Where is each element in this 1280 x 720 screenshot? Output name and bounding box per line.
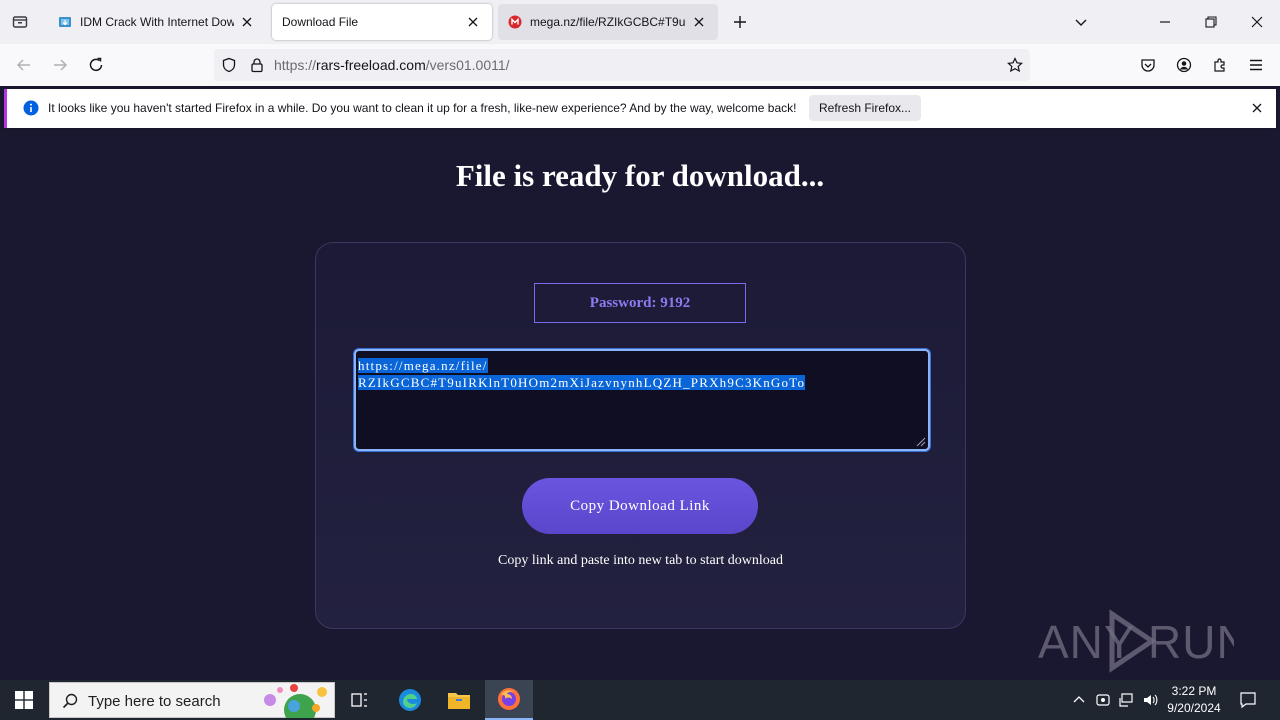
speaker-icon <box>1144 694 1158 706</box>
clock-date: 9/20/2024 <box>1167 701 1221 715</box>
taskbar-clock[interactable]: 3:22 PM 9/20/2024 <box>1160 683 1228 717</box>
refresh-firefox-button[interactable]: Refresh Firefox... <box>809 95 921 121</box>
notification-center-button[interactable] <box>1234 680 1262 720</box>
network-button[interactable] <box>1115 680 1137 720</box>
tab-download-file[interactable]: Download File <box>272 4 492 40</box>
minimize-button[interactable] <box>1142 0 1188 44</box>
show-hidden-icons-button[interactable] <box>1068 680 1090 720</box>
close-window-button[interactable] <box>1234 0 1280 44</box>
account-icon <box>1176 57 1192 73</box>
info-icon <box>23 100 39 116</box>
url-text[interactable]: https://rars-freeload.com/vers01.0011/ <box>274 57 510 73</box>
reload-button[interactable] <box>82 51 110 79</box>
close-tab-icon[interactable] <box>690 13 708 31</box>
resize-grip-icon[interactable] <box>914 435 926 447</box>
restore-button[interactable] <box>1188 0 1234 44</box>
plus-icon <box>734 16 746 28</box>
notification-text: It looks like you haven't started Firefo… <box>48 101 797 115</box>
close-icon <box>1251 16 1263 28</box>
forward-button[interactable] <box>46 51 74 79</box>
edge-icon <box>399 689 421 711</box>
lock-icon <box>251 58 263 73</box>
arrow-right-icon <box>54 59 68 71</box>
url-domain: rars-freeload.com <box>316 57 426 73</box>
app-menu-button[interactable] <box>1242 51 1270 79</box>
idm-icon <box>58 15 72 29</box>
site-info-button[interactable] <box>243 51 271 79</box>
close-tab-icon[interactable] <box>464 13 482 31</box>
password-box: Password: 9192 <box>534 283 746 323</box>
tab-title: IDM Crack With Internet Downl <box>80 15 234 29</box>
tab-list-icon <box>12 16 28 28</box>
folder-icon <box>448 693 470 709</box>
shield-icon <box>222 57 236 73</box>
taskbar-edge[interactable] <box>386 680 434 720</box>
new-tab-button[interactable] <box>728 10 752 34</box>
page-content: File is ready for download... Password: … <box>0 132 1280 680</box>
firefox-icon <box>498 688 520 710</box>
puzzle-icon <box>1214 58 1225 72</box>
tab-title: mega.nz/file/RZIkGCBC#T9uIR <box>530 15 686 29</box>
page-title: File is ready for download... <box>455 158 825 193</box>
link-line-1: https://mega.nz/file/ <box>358 358 488 373</box>
taskbar-file-explorer[interactable] <box>435 680 483 720</box>
windows-logo-icon <box>15 691 33 709</box>
anyrun-watermark-logo: ANY RUN <box>1038 609 1234 673</box>
back-button[interactable] <box>10 51 38 79</box>
tab-list-button[interactable] <box>0 0 40 44</box>
svg-text:RUN: RUN <box>1148 616 1234 668</box>
meet-now-button[interactable] <box>1092 680 1114 720</box>
download-card: Password: 9192 https://mega.nz/file/ RZI… <box>315 242 966 629</box>
restore-icon <box>1205 16 1217 28</box>
search-highlight-illustration <box>264 684 327 718</box>
minimize-icon <box>1160 21 1170 23</box>
pocket-icon <box>1141 59 1155 72</box>
close-icon <box>1252 103 1262 113</box>
taskbar-firefox[interactable] <box>485 680 533 720</box>
chevron-down-icon <box>1075 19 1087 26</box>
windows-taskbar: Type here to search 3:22 PM 9/20/2024 <box>0 680 1280 720</box>
extensions-button[interactable] <box>1206 51 1234 79</box>
close-tab-icon[interactable] <box>238 13 256 31</box>
bookmark-button[interactable] <box>1001 51 1029 79</box>
search-icon <box>62 693 78 709</box>
arrow-left-icon <box>16 59 30 71</box>
search-placeholder: Type here to search <box>88 693 221 710</box>
tracking-protection-button[interactable] <box>215 51 243 79</box>
meet-now-icon <box>1096 694 1110 706</box>
task-view-icon <box>351 693 367 707</box>
account-button[interactable] <box>1170 51 1198 79</box>
download-hint: Copy link and paste into new tab to star… <box>497 553 783 568</box>
link-line-2: RZIkGCBC#T9uIRKlnT0HOm2mXiJazvnynhLQZH_P… <box>358 375 806 390</box>
url-path: /vers01.0011/ <box>425 57 510 73</box>
url-prefix: https:// <box>274 57 317 73</box>
close-notification-button[interactable] <box>1248 99 1266 117</box>
volume-button[interactable] <box>1139 680 1161 720</box>
list-all-tabs-button[interactable] <box>1058 0 1104 44</box>
chevron-up-icon <box>1073 696 1085 703</box>
tab-title: Download File <box>282 15 359 29</box>
download-link-textarea[interactable]: https://mega.nz/file/ RZIkGCBC#T9uIRKlnT… <box>354 349 930 451</box>
pocket-button[interactable] <box>1134 51 1162 79</box>
copy-download-link-button[interactable]: Copy Download Link <box>522 478 758 534</box>
reload-icon <box>89 57 103 72</box>
notification-bar: It looks like you haven't started Firefo… <box>4 89 1276 128</box>
network-icon <box>1119 693 1133 707</box>
clock-time: 3:22 PM <box>1171 684 1217 698</box>
task-view-button[interactable] <box>336 680 384 720</box>
mega-icon <box>508 15 522 29</box>
tab-idm[interactable]: IDM Crack With Internet Downl <box>48 4 266 40</box>
tab-mega[interactable]: mega.nz/file/RZIkGCBC#T9uIR <box>498 4 718 40</box>
hamburger-menu-icon <box>1250 59 1262 71</box>
taskbar-search-box[interactable]: Type here to search <box>49 682 335 718</box>
start-button[interactable] <box>0 680 48 720</box>
star-icon <box>1007 57 1023 73</box>
chat-bubble-icon <box>1240 692 1256 709</box>
